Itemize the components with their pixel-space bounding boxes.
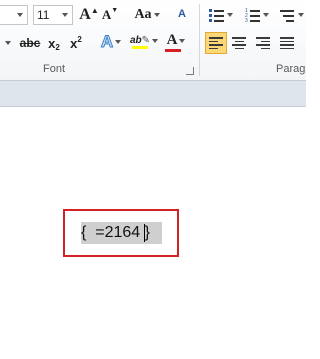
chevron-down-icon [298,13,304,17]
superscript-button[interactable]: x2 [67,32,85,54]
font-name-dropdown[interactable] [0,5,28,25]
ruler-band [0,81,306,107]
ribbon: 11 A ▲ A ▼ Aa A abc x2 x2 A ab ✎ A Font … [0,0,306,81]
strikethrough-button[interactable]: abc [19,32,41,54]
chevron-down-icon [152,38,159,43]
eraser-icon: A [178,8,186,20]
chevron-down-icon [227,13,233,17]
align-left-button[interactable] [205,32,227,54]
text-cursor [144,224,145,242]
font-size-value: 11 [37,8,50,22]
chevron-down-icon [5,41,11,45]
grow-arrow-icon: ▲ [90,5,99,15]
font-color-bar [165,49,181,52]
align-center-button[interactable] [229,32,249,54]
align-right-icon [256,37,270,49]
grow-font-button[interactable]: A ▲ [79,4,99,26]
chevron-down-icon [115,40,122,44]
group-divider [199,4,200,76]
chevron-down-icon [179,38,186,43]
bullets-button[interactable] [206,4,236,26]
font-group: 11 A ▲ A ▼ Aa A abc x2 x2 A ab ✎ A Font [0,0,200,80]
shrink-font-button[interactable]: A ▼ [100,4,120,26]
underline-dropdown-arrow[interactable] [2,32,12,54]
chevron-down-icon [263,13,269,17]
dialog-launcher-icon[interactable] [186,67,194,75]
field-code-text: { =2164 } [81,224,150,241]
shrink-arrow-icon: ▼ [111,6,119,14]
change-case-button[interactable]: Aa [132,4,162,26]
chevron-down-icon [62,13,68,17]
justify-button[interactable] [277,32,297,54]
bullet-list-icon [209,8,225,22]
paragraph-group-label: Parag [276,63,306,75]
align-right-button[interactable] [253,32,273,54]
text-effects-button[interactable]: A [97,31,125,53]
highlight-color-bar [132,46,148,49]
font-color-button[interactable]: A [162,31,190,53]
align-left-icon [209,37,223,49]
numbered-list-icon: 1 2 3 [245,8,261,24]
text-highlight-button[interactable]: ab ✎ [128,31,160,53]
multilevel-list-button[interactable] [277,4,307,26]
font-size-dropdown[interactable]: 11 [33,5,73,25]
chevron-down-icon [153,13,160,17]
field-code[interactable]: { =2164 } [81,222,162,244]
align-center-icon [232,37,246,49]
pen-icon: ✎ [141,35,151,46]
numbering-button[interactable]: 1 2 3 [242,4,272,26]
clear-formatting-button[interactable]: A [172,3,192,25]
multilevel-list-icon [280,8,296,22]
chevron-down-icon [17,13,23,17]
subscript-button[interactable]: x2 [45,32,63,54]
font-group-label: Font [43,63,66,75]
justify-icon [280,37,294,49]
